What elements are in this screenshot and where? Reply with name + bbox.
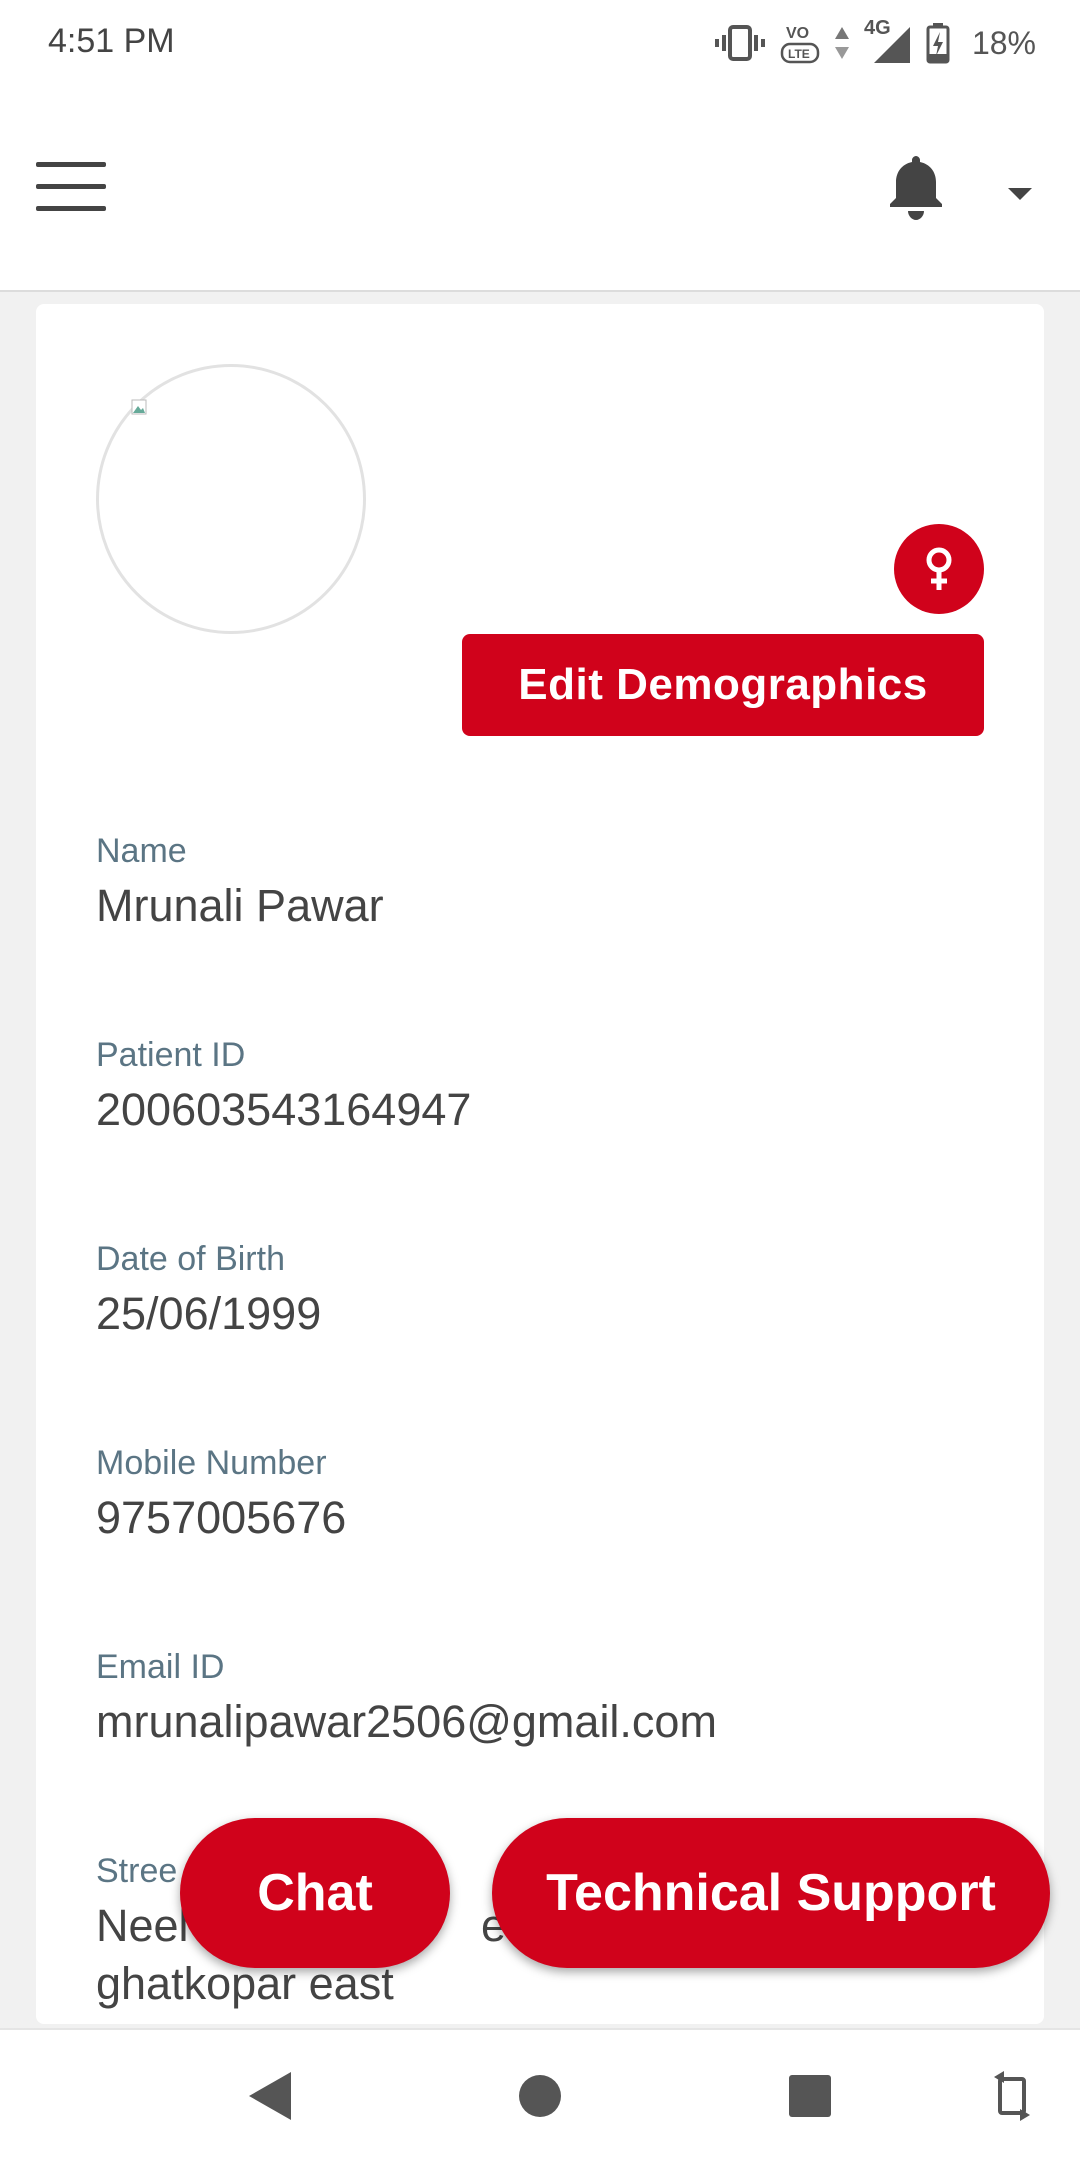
- system-nav-bar: [0, 2028, 1080, 2160]
- field-value: 25/06/1999: [96, 1288, 322, 1339]
- signal-icon: 4G: [864, 17, 912, 65]
- field-email-id: Email ID mrunalipawar2506@gmail.com: [96, 1648, 717, 1751]
- caret-down-icon[interactable]: [1004, 184, 1036, 204]
- female-icon: [894, 524, 984, 614]
- field-name: Name Mrunali Pawar: [96, 832, 384, 935]
- data-arrows-icon: [834, 27, 849, 59]
- field-value: 9757005676: [96, 1492, 347, 1543]
- field-label: Date of Birth: [96, 1240, 285, 1278]
- bell-icon[interactable]: [884, 150, 948, 222]
- street-partial-a: Neel: [96, 1900, 189, 1951]
- volte-icon: VO LTE: [780, 25, 820, 64]
- back-icon[interactable]: [230, 2030, 310, 2160]
- status-icons: VO LTE 4G 18%: [714, 17, 1036, 68]
- app-bar: [0, 84, 1080, 292]
- field-patient-id: Patient ID 200603543164947: [96, 1036, 471, 1139]
- field-value: Mrunali Pawar: [96, 880, 384, 931]
- technical-support-button[interactable]: Technical Support: [492, 1818, 1050, 1968]
- field-value: 200603543164947: [96, 1084, 472, 1135]
- status-bar: 4:51 PM VO LTE 4G 18%: [0, 0, 1080, 84]
- profile-card: Edit Demographics Name Mrunali Pawar Pat…: [36, 304, 1044, 2024]
- battery-percent: 18%: [971, 24, 1036, 61]
- field-label: Patient ID: [96, 1036, 246, 1074]
- svg-text:LTE: LTE: [788, 47, 810, 61]
- edit-demographics-button[interactable]: Edit Demographics: [462, 634, 984, 736]
- field-label: Mobile Number: [96, 1444, 327, 1482]
- avatar: [96, 364, 366, 634]
- field-date-of-birth: Date of Birth 25/06/1999: [96, 1240, 321, 1343]
- recents-icon[interactable]: [770, 2030, 850, 2160]
- home-icon[interactable]: [500, 2030, 580, 2160]
- field-value: mrunalipawar2506@gmail.com: [96, 1696, 717, 1747]
- chat-button[interactable]: Chat: [180, 1818, 450, 1968]
- hamburger-menu-icon[interactable]: [36, 162, 106, 212]
- broken-image-icon: [131, 399, 147, 415]
- field-label: Email ID: [96, 1648, 225, 1686]
- vibrate-icon: [714, 25, 765, 61]
- status-time: 4:51 PM: [48, 22, 175, 60]
- field-mobile-number: Mobile Number 9757005676: [96, 1444, 346, 1547]
- svg-text:VO: VO: [786, 25, 809, 42]
- field-label: Name: [96, 832, 187, 870]
- battery-charging-icon: [926, 23, 950, 64]
- rotate-icon[interactable]: [972, 2030, 1052, 2160]
